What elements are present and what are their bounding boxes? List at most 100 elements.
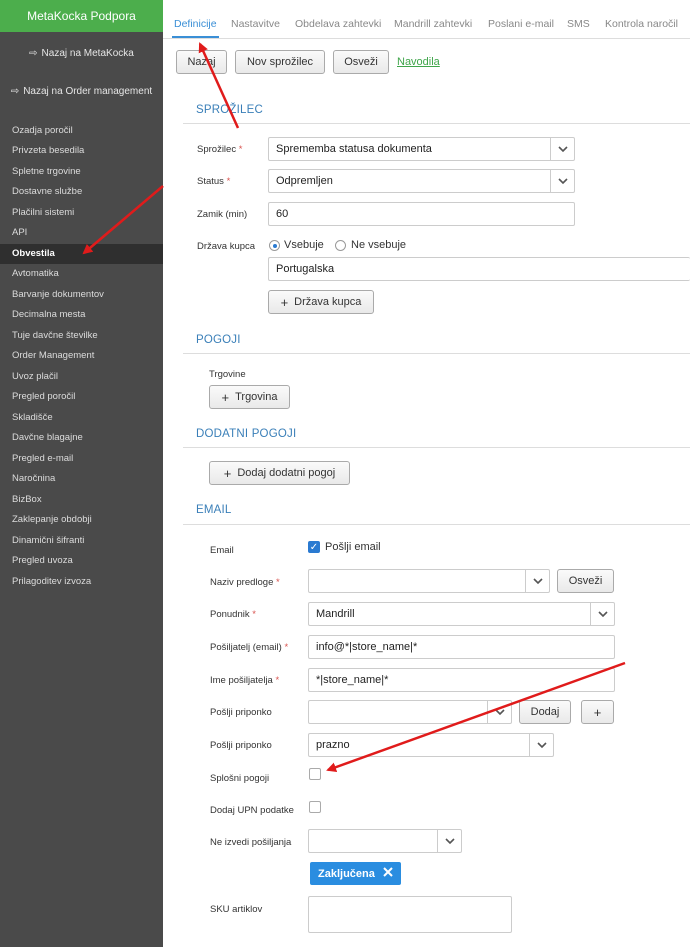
sidebar-item-dostavne-sluzbe[interactable]: Dostavne službe	[0, 182, 163, 202]
trigger-label: Sprožilec *	[197, 144, 243, 155]
trigger-value: Sprememba statusa dokumenta	[276, 143, 432, 155]
attachment2-label: Pošlji priponko	[210, 740, 272, 751]
sidebar-item-order-management[interactable]: Order Management	[0, 346, 163, 366]
back-to-order-management-link[interactable]: ⇨ Nazaj na Order management	[0, 82, 163, 100]
sidebar-item-pregled-uvoza[interactable]: Pregled uvoza	[0, 551, 163, 571]
sidebar-item-uvoz-placil[interactable]: Uvoz plačil	[0, 367, 163, 387]
sidebar-item-ozadja[interactable]: Ozadja poročil	[0, 121, 163, 141]
back-to-metakocka-link[interactable]: ⇨ Nazaj na MetaKocka	[0, 44, 163, 62]
tab-obdelava-zahtevki[interactable]: Obdelava zahtevki	[295, 0, 381, 38]
tab-sms[interactable]: SMS	[567, 0, 590, 38]
sidebar-item-decimalna-mesta[interactable]: Decimalna mesta	[0, 305, 163, 325]
provider-select[interactable]: Mandrill	[308, 602, 615, 626]
tab-divider	[163, 38, 690, 39]
sidebar-item-placilni-sistemi[interactable]: Plačilni sistemi	[0, 203, 163, 223]
delay-input[interactable]: 60	[268, 202, 575, 226]
template-label: Naziv predloge *	[210, 577, 280, 588]
chevron-down-icon	[550, 170, 574, 192]
help-link[interactable]: Navodila	[397, 56, 440, 68]
country-label: Država kupca	[197, 241, 256, 252]
sidebar-item-prilagoditev-izvoza[interactable]: Prilagoditev izvoza	[0, 572, 163, 592]
status-label: Status *	[197, 176, 231, 187]
template-refresh-button[interactable]: Osveži	[557, 569, 614, 593]
sender-name-label: Ime pošiljatelja *	[210, 675, 280, 686]
chevron-down-icon	[437, 830, 461, 852]
tab-definicije[interactable]: Definicije	[172, 0, 219, 38]
sidebar-item-zaklepanje[interactable]: Zaklepanje obdobji	[0, 510, 163, 530]
close-icon[interactable]	[383, 867, 393, 880]
send-email-label: Pošlji email	[325, 541, 381, 553]
sidebar-item-dinamicni-sifranti[interactable]: Dinamični šifranti	[0, 531, 163, 551]
add-country-button[interactable]: + Država kupca	[268, 290, 374, 314]
sku-label: SKU artiklov	[210, 904, 263, 915]
sidebar-item-privzeta-besedila[interactable]: Privzeta besedila	[0, 141, 163, 161]
sidebar-item-bizbox[interactable]: BizBox	[0, 490, 163, 510]
plus-icon: +	[221, 389, 230, 405]
sidebar-item-api[interactable]: API	[0, 223, 163, 243]
sidebar-item-avtomatika[interactable]: Avtomatika	[0, 264, 163, 284]
add-store-label: Trgovina	[235, 391, 278, 403]
sidebar-item-tuje-davcne[interactable]: Tuje davčne številke	[0, 326, 163, 346]
attachment2-select[interactable]: prazno	[308, 733, 554, 757]
section-divider	[183, 123, 690, 124]
country-tag-box[interactable]: Portugalska	[268, 257, 690, 281]
plus-icon: +	[280, 294, 289, 310]
tab-kontrola-narocil[interactable]: Kontrola naročil	[605, 0, 678, 38]
template-select[interactable]	[308, 569, 550, 593]
sidebar-item-barvanje[interactable]: Barvanje dokumentov	[0, 285, 163, 305]
tab-nastavitve[interactable]: Nastavitve	[231, 0, 280, 38]
send-email-checkbox[interactable]: ✓	[308, 541, 320, 553]
terms-label: Splošni pogoji	[210, 773, 270, 784]
trigger-select[interactable]: Sprememba statusa dokumenta	[268, 137, 575, 161]
sidebar-item-pregled-email[interactable]: Pregled e-mail	[0, 449, 163, 469]
section-divider	[183, 524, 690, 525]
new-trigger-button[interactable]: Nov sprožilec	[235, 50, 325, 74]
back-button[interactable]: Nazaj	[176, 50, 227, 74]
skip-select[interactable]	[308, 829, 462, 853]
tab-mandrill-zahtevki[interactable]: Mandrill zahtevki	[394, 0, 472, 38]
add-country-label: Država kupca	[294, 296, 362, 308]
brand-title: MetaKocka Podpora	[0, 0, 163, 32]
add-attachment-button[interactable]: Dodaj	[519, 700, 571, 724]
status-select[interactable]: Odpremljen	[268, 169, 575, 193]
sku-textarea[interactable]	[308, 896, 512, 933]
sidebar-item-davcne-blagajne[interactable]: Davčne blagajne	[0, 428, 163, 448]
sidebar-item-spletne-trgovine[interactable]: Spletne trgovine	[0, 162, 163, 182]
sidebar-item-pregled-porocil[interactable]: Pregled poročil	[0, 387, 163, 407]
upn-label: Dodaj UPN podatke	[210, 805, 294, 816]
sender-email-input[interactable]: info@*|store_name|*	[308, 635, 615, 659]
delay-label: Zamik (min)	[197, 209, 248, 220]
chevron-down-icon	[529, 734, 553, 756]
status-value: Odpremljen	[276, 175, 333, 187]
status-tag-zakljucena[interactable]: Zaključena	[310, 862, 401, 885]
back-link-label: Nazaj na MetaKocka	[41, 47, 134, 59]
add-condition-button[interactable]: + Dodaj dodatni pogoj	[209, 461, 350, 485]
tag-label: Zaključena	[318, 867, 375, 880]
plus-icon: +	[223, 465, 232, 481]
tab-poslani-email[interactable]: Poslani e-mail	[488, 0, 554, 38]
sidebar-item-obvestila[interactable]: Obvestila	[0, 244, 163, 264]
sign-out-icon: ⇨	[29, 47, 38, 59]
sender-email-label: Pošiljatelj (email) *	[210, 642, 289, 653]
provider-value: Mandrill	[316, 608, 355, 620]
chevron-down-icon	[550, 138, 574, 160]
section-title-dodatni-pogoji: DODATNI POGOJI	[196, 428, 297, 440]
terms-checkbox[interactable]	[309, 768, 321, 780]
skip-label: Ne izvedi pošiljanja	[210, 837, 292, 848]
attachment-select[interactable]	[308, 700, 512, 724]
section-divider	[183, 447, 690, 448]
upn-checkbox[interactable]	[309, 801, 321, 813]
chevron-down-icon	[525, 570, 549, 592]
sender-name-input[interactable]: *|store_name|*	[308, 668, 615, 692]
radio-contains[interactable]	[269, 240, 280, 251]
sidebar-item-skladisce[interactable]: Skladišče	[0, 408, 163, 428]
attachment-label: Pošlji priponko	[210, 707, 272, 718]
refresh-button[interactable]: Osveži	[333, 50, 389, 74]
chevron-down-icon	[590, 603, 614, 625]
provider-label: Ponudnik *	[210, 609, 256, 620]
email-label: Email	[210, 545, 234, 556]
radio-not-contains[interactable]	[335, 240, 346, 251]
add-store-button[interactable]: + Trgovina	[209, 385, 290, 409]
sidebar-item-narocnina[interactable]: Naročnina	[0, 469, 163, 489]
plus-button[interactable]: +	[581, 700, 614, 724]
